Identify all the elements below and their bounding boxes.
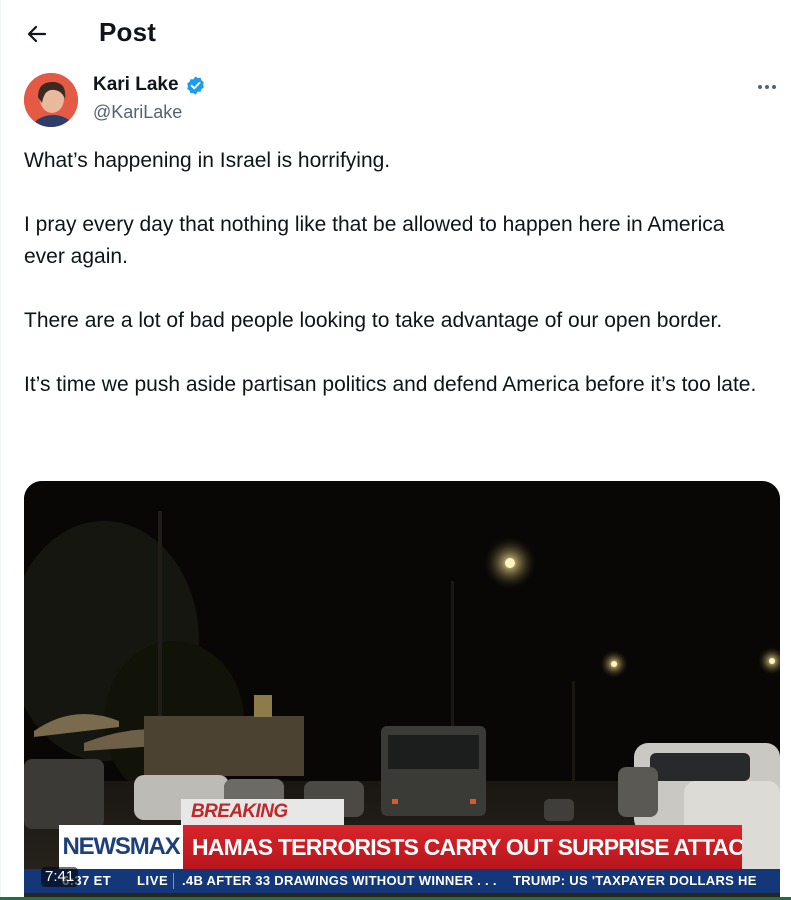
verified-badge-icon xyxy=(186,75,204,95)
post-text: What’s happening in Israel is horrifying… xyxy=(24,145,764,401)
news-ticker: 6:37 ET LIVE .4B AFTER 33 DRAWINGS WITHO… xyxy=(24,869,780,893)
arrow-left-icon xyxy=(27,25,47,43)
ticker-item: TRUMP: US 'TAXPAYER DOLLARS HE xyxy=(513,873,757,888)
author-handle[interactable]: @KariLake xyxy=(93,102,182,123)
news-lower-third: BREAKING NEWS NEWSMAX HAMAS TERRORISTS C… xyxy=(24,481,780,900)
post-paragraph: I pray every day that nothing like that … xyxy=(24,213,725,268)
live-label: LIVE xyxy=(137,873,169,888)
ticker-divider xyxy=(173,873,174,889)
post-header: Post xyxy=(0,0,791,66)
breaking-news-tag: BREAKING NEWS xyxy=(181,799,344,848)
post-paragraph: There are a lot of bad people looking to… xyxy=(24,309,723,332)
author-name[interactable]: Kari Lake xyxy=(93,74,206,96)
back-button[interactable] xyxy=(18,17,56,51)
post-paragraph: It’s time we push aside partisan politic… xyxy=(24,373,757,396)
page-title: Post xyxy=(99,17,157,47)
avatar[interactable] xyxy=(24,73,78,127)
video-player[interactable]: BREAKING NEWS NEWSMAX HAMAS TERRORISTS C… xyxy=(24,481,780,900)
author-name-text: Kari Lake xyxy=(93,74,179,95)
more-options-button[interactable] xyxy=(752,76,782,98)
ticker-item: .4B AFTER 33 DRAWINGS WITHOUT WINNER . .… xyxy=(182,873,497,888)
timeline-border xyxy=(0,0,1,900)
newsmax-logo: NEWSMAX xyxy=(59,825,183,869)
post-paragraph: What’s happening in Israel is horrifying… xyxy=(24,149,391,172)
video-duration: 7:41 xyxy=(41,867,79,887)
news-headline: HAMAS TERRORISTS CARRY OUT SURPRISE ATTA… xyxy=(183,825,742,869)
more-horizontal-icon xyxy=(757,85,778,89)
